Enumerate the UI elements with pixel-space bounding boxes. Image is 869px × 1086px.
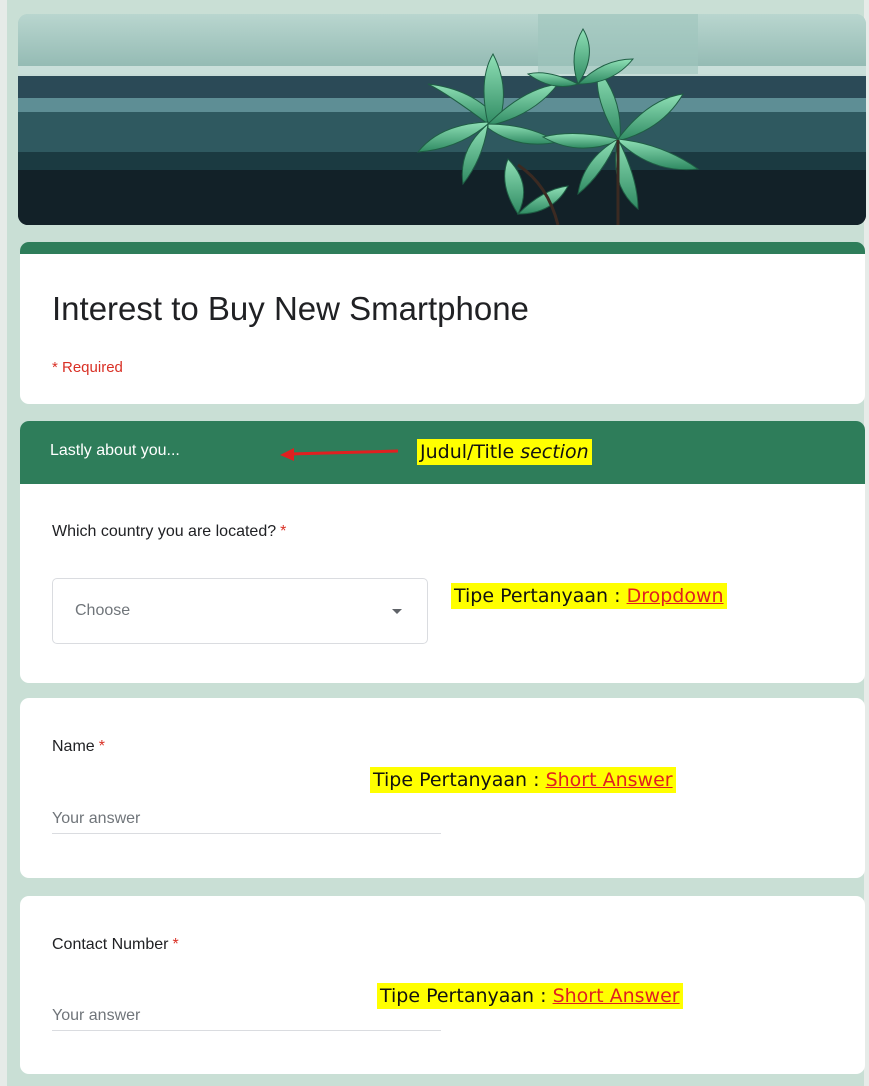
succulent-plant-image — [18, 14, 866, 225]
annotation-name-prefix: Tipe Pertanyaan : — [373, 769, 546, 791]
answer-placeholder: Your answer — [52, 810, 141, 827]
answer-placeholder: Your answer — [52, 1007, 141, 1024]
required-star: * — [172, 936, 179, 953]
annotation-section-prefix: Judul/Title — [420, 441, 521, 463]
annotation-dropdown-prefix: Tipe Pertanyaan : — [454, 585, 627, 607]
annotation-short-answer-name: Tipe Pertanyaan : Short Answer — [370, 767, 676, 793]
annotation-section-emphasis: section — [520, 441, 589, 463]
question-contact-label: Contact Number * — [52, 936, 179, 954]
chevron-down-icon — [392, 609, 402, 614]
question-name-text: Name — [52, 738, 95, 755]
country-dropdown[interactable]: Choose — [52, 578, 428, 644]
annotation-name-link[interactable]: Short Answer — [546, 769, 673, 791]
name-answer-input[interactable]: Your answer — [52, 804, 441, 834]
annotation-short-answer-contact: Tipe Pertanyaan : Short Answer — [377, 983, 683, 1009]
annotation-contact-link[interactable]: Short Answer — [553, 985, 680, 1007]
header-banner-image — [18, 14, 866, 225]
annotation-contact-prefix: Tipe Pertanyaan : — [380, 985, 553, 1007]
question-contact-text: Contact Number — [52, 936, 169, 953]
question-name-label: Name * — [52, 738, 105, 756]
required-note: * Required — [52, 359, 123, 376]
question-country-label: Which country you are located? * — [52, 523, 286, 541]
form-title-card: Interest to Buy New Smartphone * Require… — [20, 242, 865, 404]
required-star: * — [280, 523, 287, 540]
section-title: Lastly about you... — [50, 442, 180, 459]
annotation-dropdown: Tipe Pertanyaan : Dropdown — [451, 583, 727, 609]
required-star: * — [98, 738, 105, 755]
annotation-section-title: Judul/Title section — [417, 439, 592, 465]
question-country-text: Which country you are located? — [52, 523, 277, 540]
dropdown-placeholder: Choose — [75, 602, 131, 619]
form-title: Interest to Buy New Smartphone — [52, 290, 529, 327]
annotation-dropdown-link[interactable]: Dropdown — [627, 585, 724, 607]
arrow-left-icon — [280, 448, 399, 461]
